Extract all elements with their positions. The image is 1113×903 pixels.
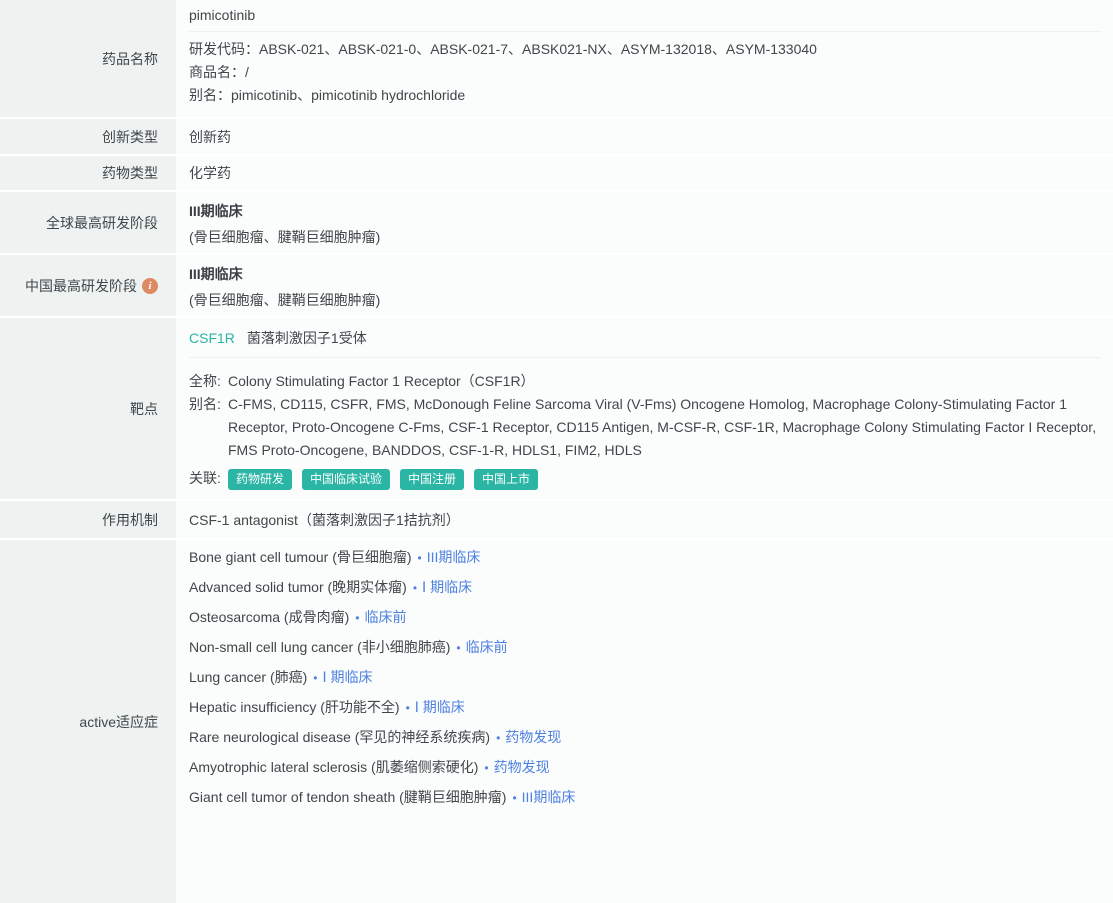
tag-china-clinical-trial[interactable]: 中国临床试验: [302, 469, 391, 490]
indication-stage-link[interactable]: • 药物发现: [478, 759, 549, 775]
indication-stage-link[interactable]: • Ⅰ 期临床: [400, 699, 465, 715]
indication-stage-link[interactable]: • III期临床: [506, 789, 575, 805]
drug-type-label: 药物类型: [0, 156, 176, 190]
innovation-type-label: 创新类型: [0, 119, 176, 154]
china-stage-value: III期临床: [189, 266, 243, 282]
row-drug-name: 药品名称 pimicotinib 研发代码：ABSK-021、ABSK-021-…: [0, 0, 1113, 117]
china-stage-label: 中国最高研发阶段 i: [0, 255, 176, 316]
global-stage-label: 全球最高研发阶段: [0, 192, 176, 253]
bullet-icon: •: [512, 791, 517, 805]
bullet-icon: •: [456, 641, 461, 655]
indication-name: Advanced solid tumor (晚期实体瘤): [189, 579, 407, 595]
row-moa: 作用机制 CSF-1 antagonist（菌落刺激因子1拮抗剂）: [0, 501, 1113, 538]
target-links-key: 关联:: [189, 470, 221, 486]
target-alias-key: 别名:: [189, 396, 221, 412]
indication-list: Bone giant cell tumour (骨巨细胞瘤) • III期临床 Ad…: [189, 540, 1101, 813]
indication-stage-link[interactable]: • 临床前: [450, 639, 507, 655]
indication-item: Amyotrophic lateral sclerosis (肌萎缩侧索硬化) •…: [189, 753, 1101, 783]
dev-codes-value: ABSK-021、ABSK-021-0、ABSK-021-7、ABSK021-N…: [259, 41, 817, 57]
indication-name: Osteosarcoma (成骨肉瘤): [189, 609, 350, 625]
trade-name-line: 商品名：/: [189, 61, 1101, 84]
target-label: 靶点: [0, 318, 176, 499]
target-fullname-key: 全称:: [189, 373, 221, 389]
alias-line: 别名：pimicotinib、pimicotinib hydrochloride: [189, 84, 1101, 107]
dev-codes-key: 研发代码：: [189, 41, 259, 57]
drug-name-details: 研发代码：ABSK-021、ABSK-021-0、ABSK-021-7、ABSK…: [189, 32, 1101, 107]
bullet-icon: •: [417, 551, 422, 565]
target-name-cn: 菌落刺激因子1受体: [246, 330, 367, 346]
tag-drug-rd[interactable]: 药物研发: [228, 469, 293, 490]
moa-label: 作用机制: [0, 501, 176, 538]
alias-key: 别名：: [189, 87, 231, 103]
moa-content: CSF-1 antagonist（菌落刺激因子1拮抗剂）: [176, 501, 1113, 538]
drug-name-content: pimicotinib 研发代码：ABSK-021、ABSK-021-0、ABS…: [176, 0, 1113, 117]
indication-item: Hepatic insufficiency (肝功能不全) • Ⅰ 期临床: [189, 693, 1101, 723]
target-fullname-line: 全称: Colony Stimulating Factor 1 Receptor…: [189, 370, 1101, 393]
indication-name: Rare neurological disease (罕见的神经系统疾病): [189, 729, 491, 745]
global-stage-content: III期临床 (骨巨细胞瘤、腱鞘巨细胞肿瘤): [176, 192, 1113, 253]
indication-item: Giant cell tumor of tendon sheath (腱鞘巨细胞…: [189, 783, 1101, 813]
indication-name: Non-small cell lung cancer (非小细胞肺癌): [189, 639, 451, 655]
indication-item: Lung cancer (肺癌) • Ⅰ 期临床: [189, 663, 1101, 693]
indication-item: Advanced solid tumor (晚期实体瘤) • Ⅰ 期临床: [189, 573, 1101, 603]
indication-stage-link[interactable]: • III期临床: [412, 549, 481, 565]
trade-name-value: /: [245, 64, 249, 80]
indication-name: Amyotrophic lateral sclerosis (肌萎缩侧索硬化): [189, 759, 479, 775]
indication-name: Lung cancer (肺癌): [189, 669, 308, 685]
target-alias-value: C-FMS, CD115, CSFR, FMS, McDonough Felin…: [228, 396, 1097, 458]
china-stage-detail: (骨巨细胞瘤、腱鞘巨细胞肿瘤): [189, 292, 381, 308]
global-stage-detail: (骨巨细胞瘤、腱鞘巨细胞肿瘤): [189, 229, 381, 245]
alias-value: pimicotinib、pimicotinib hydrochloride: [231, 87, 466, 103]
indications-label: active适应症: [0, 540, 176, 903]
tag-china-marketed[interactable]: 中国上市: [474, 469, 539, 490]
row-indications: active适应症 Bone giant cell tumour (骨巨细胞瘤)…: [0, 540, 1113, 903]
drug-type-value: 化学药: [189, 165, 231, 181]
indication-item: Non-small cell lung cancer (非小细胞肺癌) • 临床前: [189, 633, 1101, 663]
innovation-type-content: 创新药: [176, 119, 1113, 154]
row-innovation-type: 创新类型 创新药: [0, 119, 1113, 154]
row-target: 靶点 CSF1R 菌落刺激因子1受体 全称: Colony Stimulating…: [0, 318, 1113, 499]
target-header: CSF1R 菌落刺激因子1受体: [189, 318, 1101, 357]
trade-name-key: 商品名：: [189, 64, 245, 80]
china-stage-content: III期临床 (骨巨细胞瘤、腱鞘巨细胞肿瘤): [176, 255, 1113, 316]
target-fullname-value: Colony Stimulating Factor 1 Receptor（CSF…: [228, 373, 535, 389]
target-links-line: 关联: 药物研发 中国临床试验 中国注册 中国上市: [189, 467, 1101, 490]
drug-type-content: 化学药: [176, 156, 1113, 190]
innovation-type-value: 创新药: [189, 128, 231, 145]
bullet-icon: •: [412, 581, 418, 595]
drug-detail-table: 药品名称 pimicotinib 研发代码：ABSK-021、ABSK-021-…: [0, 0, 1113, 903]
moa-value: CSF-1 antagonist（菌落刺激因子1拮抗剂）: [189, 511, 460, 528]
indication-item: Osteosarcoma (成骨肉瘤) • 临床前: [189, 603, 1101, 633]
indication-stage-link[interactable]: • 药物发现: [490, 729, 561, 745]
target-content: CSF1R 菌落刺激因子1受体 全称: Colony Stimulating Fa…: [176, 318, 1113, 499]
bullet-icon: •: [405, 701, 410, 715]
indication-stage-link[interactable]: • Ⅰ 期临床: [407, 579, 472, 595]
bullet-icon: •: [496, 731, 501, 745]
indication-name: Bone giant cell tumour (骨巨细胞瘤): [189, 549, 412, 565]
indication-item: Bone giant cell tumour (骨巨细胞瘤) • III期临床: [189, 543, 1101, 573]
bullet-icon: •: [355, 611, 360, 625]
indication-stage-link[interactable]: • Ⅰ 期临床: [307, 669, 372, 685]
row-china-stage: 中国最高研发阶段 i III期临床 (骨巨细胞瘤、腱鞘巨细胞肿瘤): [0, 255, 1113, 316]
row-drug-type: 药物类型 化学药: [0, 156, 1113, 190]
dev-codes-line: 研发代码：ABSK-021、ABSK-021-0、ABSK-021-7、ABSK…: [189, 38, 1101, 61]
tag-china-registration[interactable]: 中国注册: [400, 469, 465, 490]
indication-item: Rare neurological disease (罕见的神经系统疾病) • 药物…: [189, 723, 1101, 753]
global-stage-value: III期临床: [189, 203, 243, 219]
target-body: 全称: Colony Stimulating Factor 1 Receptor…: [189, 358, 1101, 490]
target-links: 药物研发 中国临床试验 中国注册 中国上市: [228, 467, 1101, 490]
bullet-icon: •: [484, 761, 489, 775]
bullet-icon: •: [313, 671, 318, 685]
target-symbol-link[interactable]: CSF1R: [189, 330, 235, 346]
indication-name: Hepatic insufficiency (肝功能不全): [189, 699, 400, 715]
row-global-stage: 全球最高研发阶段 III期临床 (骨巨细胞瘤、腱鞘巨细胞肿瘤): [0, 192, 1113, 253]
indications-content: Bone giant cell tumour (骨巨细胞瘤) • III期临床 Ad…: [176, 540, 1113, 903]
indication-stage-link[interactable]: • 临床前: [349, 609, 406, 625]
target-alias-line: 别名: C-FMS, CD115, CSFR, FMS, McDonough F…: [189, 393, 1101, 462]
drug-primary-name: pimicotinib: [189, 7, 256, 23]
info-icon[interactable]: i: [142, 277, 158, 294]
drug-name-label: 药品名称: [0, 0, 176, 117]
indication-name: Giant cell tumor of tendon sheath (腱鞘巨细胞…: [189, 789, 507, 805]
